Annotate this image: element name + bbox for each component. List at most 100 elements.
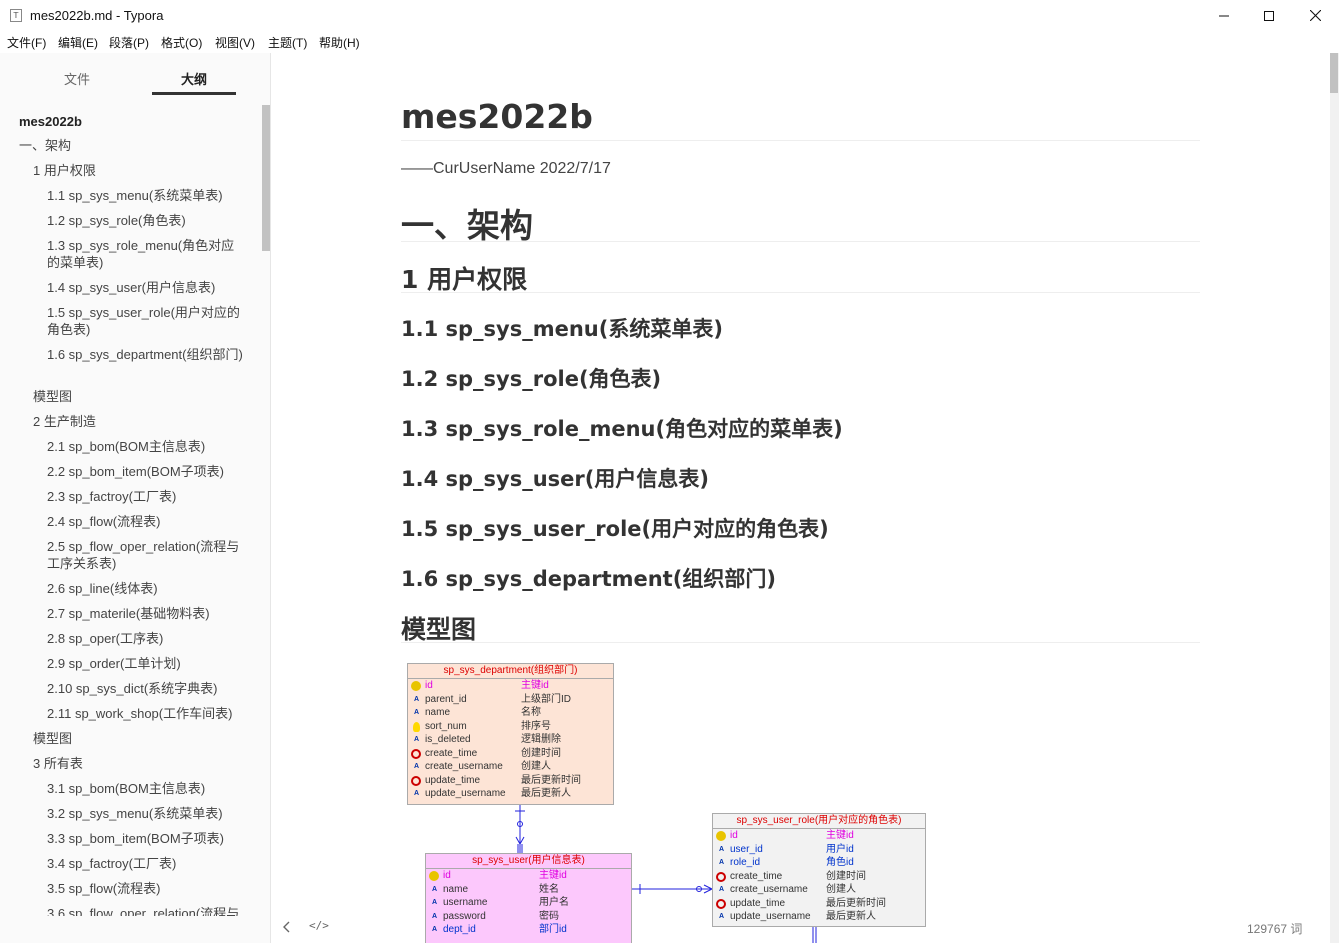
- er-column-name: update_username: [730, 911, 811, 922]
- text-field-icon: A: [413, 709, 420, 716]
- er-row: id 主键id: [713, 829, 925, 843]
- outline-toggle-button[interactable]: [280, 918, 294, 936]
- outline-item[interactable]: 3.1 sp_bom(BOM主信息表): [47, 780, 247, 797]
- outline-item[interactable]: 1.2 sp_sys_role(角色表): [47, 212, 247, 229]
- outline-item[interactable]: 2.1 sp_bom(BOM主信息表): [47, 438, 247, 455]
- er-row: create_time 创建时间: [713, 870, 925, 884]
- tab-outline[interactable]: 大纲: [152, 69, 236, 88]
- outline-item[interactable]: 1.4 sp_sys_user(用户信息表): [47, 279, 247, 296]
- outline-item[interactable]: 3.3 sp_bom_item(BOM子项表): [47, 830, 247, 847]
- er-column-name: update_time: [730, 897, 786, 909]
- editor-scrollbar-track[interactable]: [1330, 53, 1339, 943]
- maximize-button[interactable]: [1246, 0, 1292, 31]
- er-column-comment: 最后更新时间: [521, 774, 581, 786]
- er-row: Aupdate_username 最后更新人: [408, 787, 613, 801]
- er-column-comment: 最后更新人: [826, 911, 876, 922]
- sidebar-scrollbar-thumb[interactable]: [262, 105, 270, 251]
- er-row: Acreate_username 创建人: [408, 760, 613, 774]
- outline-item[interactable]: 3.4 sp_factroy(工厂表): [47, 855, 247, 872]
- text-field-icon: A: [413, 695, 420, 703]
- er-column-name: dept_id: [443, 924, 476, 935]
- er-connectors: [515, 804, 817, 943]
- outline-item[interactable]: 2.9 sp_order(工单计划): [47, 655, 247, 672]
- er-column-comment: 最后更新人: [521, 788, 571, 799]
- minimize-button[interactable]: [1201, 0, 1247, 31]
- text-field-icon: A: [718, 886, 725, 893]
- er-row: Adept_id 部门id: [426, 923, 631, 937]
- key-icon: [411, 681, 421, 691]
- outline-item[interactable]: 2 生产制造: [33, 413, 96, 430]
- outline-item[interactable]: 3.2 sp_sys_menu(系统菜单表): [47, 805, 247, 822]
- er-column-name: update_username: [425, 788, 506, 799]
- outline-item[interactable]: 2.3 sp_factroy(工厂表): [47, 488, 247, 505]
- editor[interactable]: mes2022b ——CurUserName 2022/7/17 一、架构 1 …: [272, 53, 1339, 943]
- er-row: Auser_id 用户id: [713, 843, 925, 857]
- clock-icon: [716, 898, 726, 909]
- outline-item[interactable]: 3 所有表: [33, 755, 83, 772]
- outline-item[interactable]: 2.2 sp_bom_item(BOM子项表): [47, 463, 247, 480]
- er-table-user: sp_sys_user(用户信息表) id 主键id Aname 姓名 Ausername…: [425, 853, 632, 943]
- outline-item[interactable]: 3.5 sp_flow(流程表): [47, 880, 247, 897]
- text-field-icon: A: [718, 913, 725, 920]
- er-column-name: user_id: [730, 843, 763, 855]
- tab-files[interactable]: 文件: [35, 69, 119, 88]
- source-mode-button[interactable]: </>: [309, 919, 329, 932]
- er-column-comment: 用户id: [826, 843, 854, 855]
- menu-theme[interactable]: 主题(T): [268, 34, 307, 51]
- title-bar: T mes2022b.md - Typora: [0, 0, 1339, 31]
- text-field-icon: A: [431, 885, 438, 893]
- er-row: Ausername 用户名: [426, 896, 631, 910]
- code-icon: </>: [309, 919, 329, 932]
- menu-format[interactable]: 格式(O): [161, 34, 202, 51]
- er-column-comment: 创建时间: [826, 870, 866, 882]
- outline-item[interactable]: 2.4 sp_flow(流程表): [47, 513, 247, 530]
- menu-file[interactable]: 文件(F): [7, 34, 46, 51]
- editor-scrollbar-thumb[interactable]: [1330, 53, 1338, 93]
- er-column-comment: 主键id: [826, 830, 854, 841]
- er-row: Acreate_username 创建人: [713, 883, 925, 897]
- outline-item[interactable]: 1.1 sp_sys_menu(系统菜单表): [47, 187, 247, 204]
- typora-app-icon: T: [10, 9, 22, 22]
- er-row: update_time 最后更新时间: [713, 897, 925, 911]
- outline-item[interactable]: 一、架构: [19, 137, 71, 154]
- menu-bar: 文件(F) 编辑(E) 段落(P) 格式(O) 视图(V) 主题(T) 帮助(H…: [0, 31, 1339, 53]
- er-table-department: sp_sys_department(组织部门) id 主键id Aparent_id 上…: [407, 663, 614, 805]
- outline-item[interactable]: 2.8 sp_oper(工序表): [47, 630, 247, 647]
- menu-edit[interactable]: 编辑(E): [58, 34, 98, 51]
- outline-item[interactable]: 2.10 sp_sys_dict(系统字典表): [47, 680, 247, 697]
- outline-item[interactable]: 1.5 sp_sys_user_role(用户对应的角色表): [47, 304, 247, 338]
- outline-item[interactable]: 2.6 sp_line(线体表): [47, 580, 247, 597]
- outline-item[interactable]: 模型图: [33, 388, 72, 405]
- er-column-comment: 密码: [539, 910, 559, 922]
- outline-item[interactable]: mes2022b: [19, 113, 82, 130]
- er-row: Apassword 密码: [426, 910, 631, 924]
- outline-item[interactable]: 1.3 sp_sys_role_menu(角色对应的菜单表): [47, 237, 247, 271]
- outline-item[interactable]: 1.6 sp_sys_department(组织部门): [47, 346, 247, 363]
- outline-item[interactable]: 模型图: [33, 730, 72, 747]
- menu-help[interactable]: 帮助(H): [319, 34, 360, 51]
- outline-item[interactable]: 2.11 sp_work_shop(工作车间表): [47, 705, 247, 722]
- close-button[interactable]: [1292, 0, 1338, 31]
- outline-item[interactable]: 2.7 sp_materile(基础物料表): [47, 605, 247, 622]
- text-field-icon: A: [431, 899, 438, 906]
- er-column-name: sort_num: [425, 720, 467, 732]
- word-count[interactable]: 129767 词: [1247, 920, 1302, 937]
- er-row: Aname 名称: [408, 706, 613, 720]
- er-table-title: sp_sys_user(用户信息表): [426, 854, 631, 869]
- outline-item[interactable]: 2.5 sp_flow_oper_relation(流程与工序关系表): [47, 538, 247, 572]
- er-column-comment: 名称: [521, 707, 541, 718]
- er-column-comment: 逻辑删除: [521, 734, 561, 745]
- er-row: Aname 姓名: [426, 883, 631, 897]
- er-column-comment: 创建人: [826, 884, 856, 895]
- er-row: create_time 创建时间: [408, 747, 613, 761]
- er-column-name: create_username: [730, 884, 808, 895]
- er-column-name: parent_id: [425, 693, 467, 705]
- menu-view[interactable]: 视图(V): [215, 34, 255, 51]
- chevron-left-icon: [283, 921, 290, 933]
- menu-paragraph[interactable]: 段落(P): [109, 34, 149, 51]
- text-field-icon: A: [413, 790, 420, 797]
- er-column-name: name: [443, 883, 469, 895]
- maximize-icon: [1264, 10, 1274, 21]
- er-column-comment: 部门id: [539, 924, 567, 935]
- outline-item[interactable]: 1 用户权限: [33, 162, 96, 179]
